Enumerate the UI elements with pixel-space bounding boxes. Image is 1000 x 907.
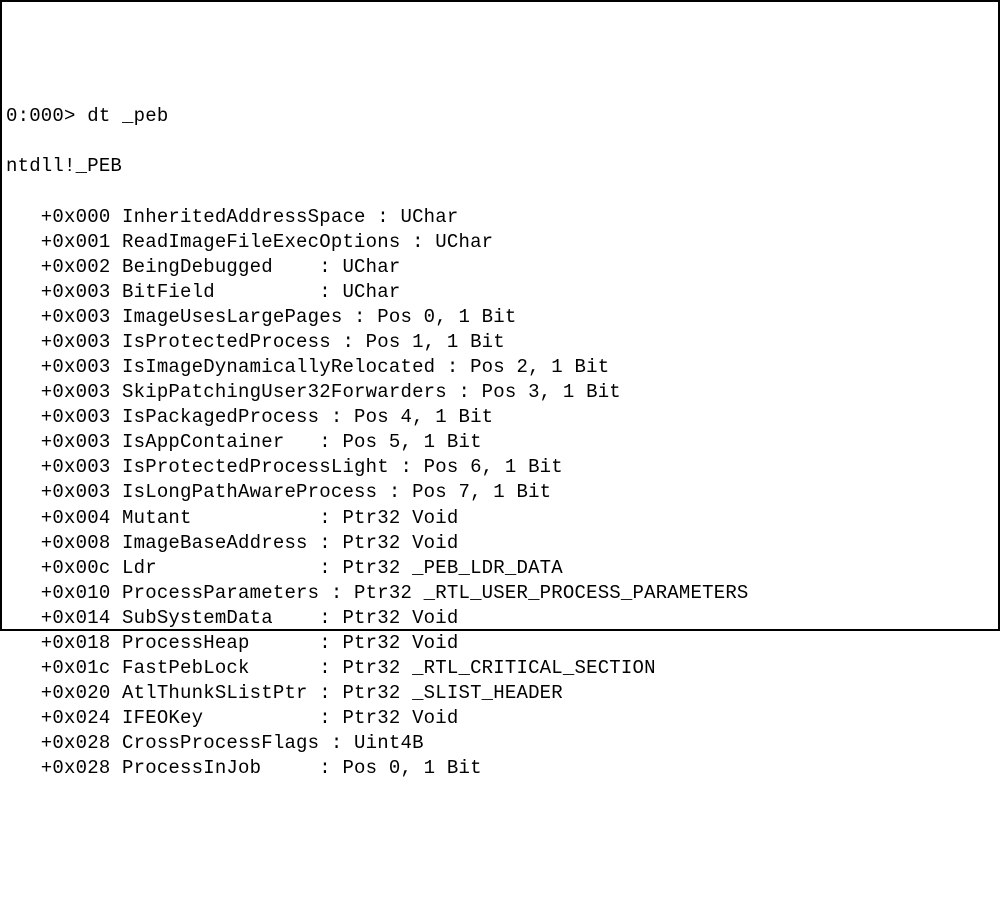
field-line: +0x018 ProcessHeap : Ptr32 Void <box>6 631 994 656</box>
field-line: +0x003 IsProtectedProcessLight : Pos 6, … <box>6 455 994 480</box>
field-line: +0x003 IsAppContainer : Pos 5, 1 Bit <box>6 430 994 455</box>
prompt-line: 0:000> dt _peb <box>6 104 994 129</box>
field-line: +0x002 BeingDebugged : UChar <box>6 255 994 280</box>
field-line: +0x010 ProcessParameters : Ptr32 _RTL_US… <box>6 581 994 606</box>
field-line: +0x003 IsProtectedProcess : Pos 1, 1 Bit <box>6 330 994 355</box>
field-line: +0x028 ProcessInJob : Pos 0, 1 Bit <box>6 756 994 781</box>
field-line: +0x003 IsPackagedProcess : Pos 4, 1 Bit <box>6 405 994 430</box>
field-line: +0x003 ImageUsesLargePages : Pos 0, 1 Bi… <box>6 305 994 330</box>
field-line: +0x003 SkipPatchingUser32Forwarders : Po… <box>6 380 994 405</box>
field-line: +0x003 IsImageDynamicallyRelocated : Pos… <box>6 355 994 380</box>
field-line: +0x020 AtlThunkSListPtr : Ptr32 _SLIST_H… <box>6 681 994 706</box>
field-line: +0x014 SubSystemData : Ptr32 Void <box>6 606 994 631</box>
field-line: +0x028 CrossProcessFlags : Uint4B <box>6 731 994 756</box>
field-line: +0x003 IsLongPathAwareProcess : Pos 7, 1… <box>6 480 994 505</box>
field-line: +0x00c Ldr : Ptr32 _PEB_LDR_DATA <box>6 556 994 581</box>
field-line: +0x003 BitField : UChar <box>6 280 994 305</box>
type-header: ntdll!_PEB <box>6 154 994 179</box>
field-line: +0x024 IFEOKey : Ptr32 Void <box>6 706 994 731</box>
field-line: +0x000 InheritedAddressSpace : UChar <box>6 205 994 230</box>
field-line: +0x004 Mutant : Ptr32 Void <box>6 506 994 531</box>
fields-container: +0x000 InheritedAddressSpace : UChar +0x… <box>6 205 994 782</box>
field-line: +0x01c FastPebLock : Ptr32 _RTL_CRITICAL… <box>6 656 994 681</box>
field-line: +0x008 ImageBaseAddress : Ptr32 Void <box>6 531 994 556</box>
field-line: +0x001 ReadImageFileExecOptions : UChar <box>6 230 994 255</box>
